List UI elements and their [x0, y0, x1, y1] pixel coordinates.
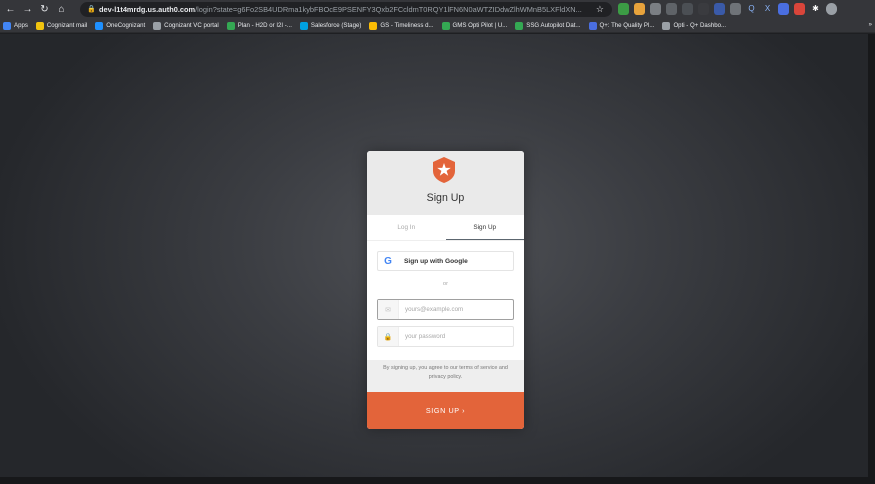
bookmark-item[interactable]: Q+: The Quality Pl... — [588, 21, 655, 30]
bookmark-label: OneCognizant — [106, 22, 146, 29]
auth0-logo-icon — [433, 157, 455, 183]
lock-icon: 🔒 — [87, 5, 96, 13]
sign-up-button[interactable]: SIGN UP › — [367, 392, 524, 429]
bookmark-item[interactable]: Salesforce (Stage) — [299, 21, 362, 30]
bookmark-star-icon[interactable]: ☆ — [596, 4, 604, 15]
bookmark-label: GMS Opti Pilot | U... — [452, 22, 508, 29]
address-bar[interactable]: 🔒 dev-l1t4mrdg.us.auth0.com /login?state… — [80, 2, 612, 17]
extensions: Q X ✱ — [618, 3, 837, 15]
extension-icon[interactable] — [714, 3, 725, 15]
bookmark-label: GS - Timeliness d... — [380, 22, 434, 29]
extension-icon[interactable] — [682, 3, 693, 15]
bookmark-favicon-icon — [369, 21, 378, 30]
reload-icon[interactable]: ↻ — [38, 3, 51, 16]
extension-icon[interactable] — [778, 3, 789, 15]
email-field[interactable]: ✉ — [377, 299, 514, 320]
bookmark-favicon-icon — [3, 21, 11, 30]
card-header: Sign Up — [367, 151, 524, 215]
avatar[interactable] — [826, 3, 837, 15]
browser-toolbar: ← → ↻ ⌂ 🔒 dev-l1t4mrdg.us.auth0.com /log… — [0, 0, 875, 19]
bookmarks-overflow-icon[interactable]: » — [869, 22, 872, 28]
google-icon: G — [384, 255, 392, 267]
bookmark-item[interactable]: SSG Autopilot Dat... — [515, 21, 581, 30]
extension-icon[interactable] — [794, 3, 805, 15]
bookmark-favicon-icon — [153, 21, 162, 30]
extension-icon[interactable] — [730, 3, 741, 15]
password-input[interactable] — [399, 333, 509, 340]
bookmark-label: Q+: The Quality Pl... — [599, 22, 655, 29]
bookmark-label: Cognizant VC portal — [164, 22, 219, 29]
bookmark-favicon-icon — [515, 21, 524, 30]
auth-card: Sign Up Log In Sign Up G Sign up with Go… — [367, 151, 524, 429]
close-icon[interactable]: X — [762, 3, 773, 15]
bookmark-item[interactable]: Opti - Q+ Dashbo... — [662, 21, 727, 30]
bookmark-favicon-icon — [95, 21, 104, 30]
sign-up-with-google-button[interactable]: G Sign up with Google — [377, 251, 514, 271]
window-edge — [0, 477, 875, 484]
puzzle-icon[interactable]: ✱ — [810, 3, 821, 15]
bookmark-label: Opti - Q+ Dashbo... — [673, 22, 727, 29]
bookmark-item[interactable]: GMS Opti Pilot | U... — [441, 21, 508, 30]
bookmark-label: Salesforce (Stage) — [310, 22, 362, 29]
page-title: Sign Up — [426, 192, 465, 204]
tab-sign-up[interactable]: Sign Up — [445, 215, 524, 240]
url-host: dev-l1t4mrdg.us.auth0.com — [99, 5, 196, 14]
bookmark-label: SSG Autopilot Dat... — [526, 22, 581, 29]
forward-icon[interactable]: → — [21, 3, 34, 16]
password-field[interactable]: 🔒 — [377, 326, 514, 347]
bookmark-item[interactable]: OneCognizant — [95, 21, 146, 30]
bookmark-favicon-icon — [441, 21, 450, 30]
extension-icon[interactable] — [618, 3, 629, 15]
bookmark-item[interactable]: Plan - H2D or I2I -... — [226, 21, 292, 30]
envelope-icon: ✉ — [378, 300, 399, 319]
extension-icon[interactable] — [666, 3, 677, 15]
social-button-label: Sign up with Google — [404, 257, 468, 265]
bookmark-item[interactable]: Apps — [3, 21, 28, 30]
bookmark-item[interactable]: Cognizant VC portal — [153, 21, 219, 30]
bookmark-item[interactable]: GS - Timeliness d... — [369, 21, 434, 30]
url-path: /login?state=g6Fo2SB4UDRma1kybFBOcE9PSEN… — [195, 5, 582, 14]
back-icon[interactable]: ← — [4, 3, 17, 16]
extension-icon[interactable] — [650, 3, 661, 15]
bookmark-item[interactable]: Cognizant mail — [35, 21, 88, 30]
extension-icon[interactable] — [634, 3, 645, 15]
bookmark-favicon-icon — [35, 21, 44, 30]
bookmark-label: Apps — [14, 22, 28, 29]
search-icon[interactable]: Q — [746, 3, 757, 15]
divider-text: or — [442, 281, 449, 287]
bookmarks-bar: Apps Cognizant mail OneCognizant Cognizant … — [0, 19, 875, 33]
terms-notice: By signing up, you agree to our terms of… — [367, 360, 524, 392]
tab-log-in[interactable]: Log In — [367, 215, 446, 240]
bookmark-label: Plan - H2D or I2I -... — [237, 22, 292, 29]
home-icon[interactable]: ⌂ — [55, 3, 68, 16]
lock-icon: 🔒 — [378, 327, 399, 346]
email-input[interactable] — [399, 306, 509, 313]
bookmark-label: Cognizant mail — [46, 22, 88, 29]
extension-icon[interactable] — [698, 3, 709, 15]
auth-tabs: Log In Sign Up — [367, 215, 524, 241]
bookmark-favicon-icon — [299, 21, 308, 30]
bookmark-favicon-icon — [662, 21, 671, 30]
window-edge — [868, 34, 875, 484]
bookmark-favicon-icon — [588, 21, 597, 30]
bookmark-favicon-icon — [226, 21, 235, 30]
